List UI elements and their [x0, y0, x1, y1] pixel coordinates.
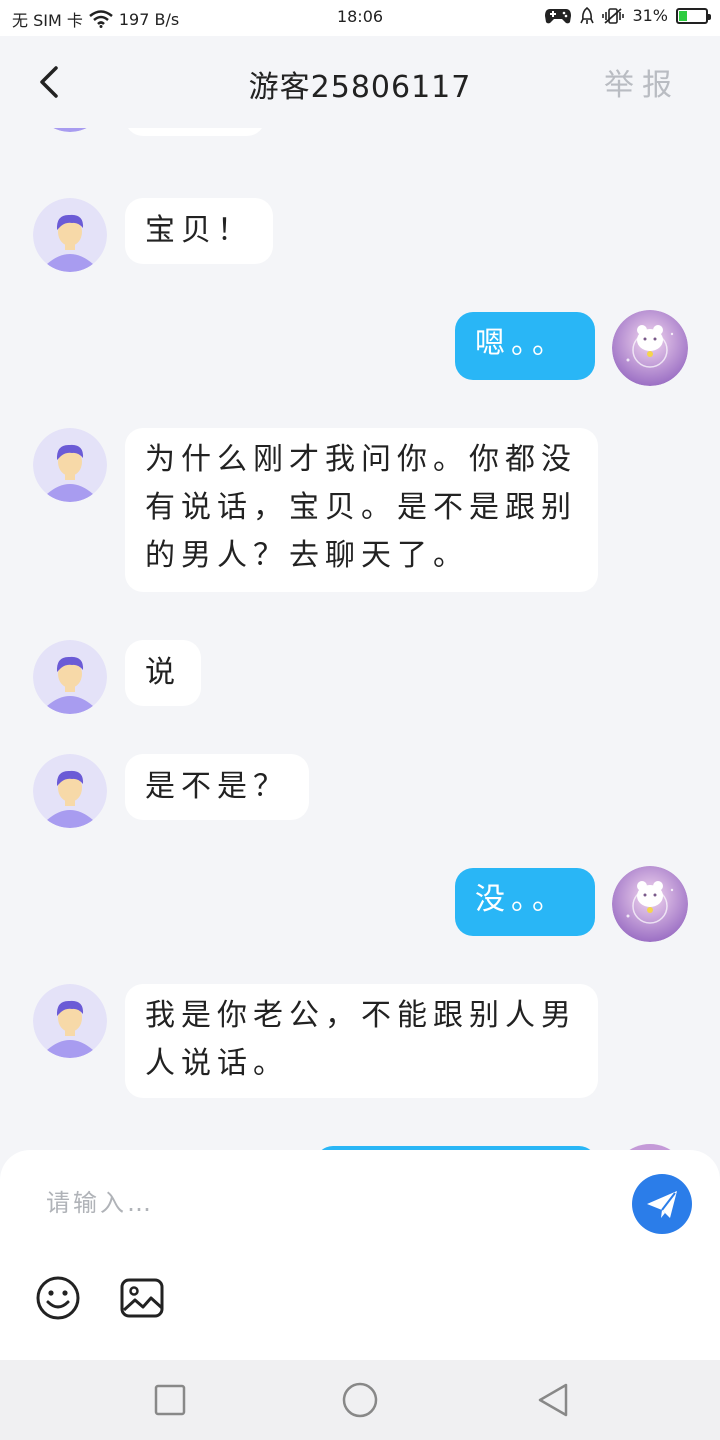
system-navigation-bar [0, 1360, 720, 1440]
composer-panel [0, 1150, 720, 1360]
bear-avatar-icon [612, 866, 688, 942]
person-avatar-icon [53, 128, 87, 132]
message-text-line: 的男人？去聊天了。 [145, 538, 469, 573]
image-button[interactable] [118, 1274, 166, 1322]
message-outgoing: 嗯。。 [0, 310, 720, 388]
circle-icon [342, 1382, 378, 1418]
battery-percent: 31% [632, 6, 668, 25]
home-button[interactable] [340, 1380, 380, 1420]
contact-avatar[interactable] [33, 984, 107, 1058]
message-text: 嗯。。 [475, 326, 568, 361]
person-avatar-icon [33, 754, 107, 828]
send-button[interactable] [632, 1174, 692, 1234]
status-right: 31% [544, 6, 711, 25]
battery-icon [676, 7, 711, 24]
chat-header: 游客25806117 举报 [0, 36, 720, 128]
message-text-line: 人说话。 [145, 1046, 289, 1081]
rocket-icon [580, 6, 595, 24]
contact-avatar[interactable] [33, 754, 107, 828]
contact-avatar[interactable] [33, 640, 107, 714]
message-incoming [0, 128, 720, 158]
message-incoming: 宝贝！ [0, 198, 720, 272]
message-text: 说 [145, 655, 181, 690]
emoji-button[interactable] [34, 1274, 82, 1322]
my-avatar[interactable] [612, 310, 688, 386]
report-button[interactable]: 举报 [604, 60, 680, 104]
message-text-line: 有说话，宝贝。是不是跟别 [145, 490, 577, 525]
battery-fill [679, 10, 687, 21]
person-avatar-icon [33, 984, 107, 1058]
message-incoming: 是不是？ [0, 754, 720, 828]
message-text-line: 为什么刚才我问你。你都没 [145, 442, 577, 477]
contact-avatar[interactable] [33, 428, 107, 502]
message-list[interactable]: 宝贝！ 嗯。。 为什么刚才我问你。你都没 有说话，宝贝。是不是跟别 的男人？去聊… [0, 128, 720, 1150]
status-bar: 无 SIM 卡 197 B/s 18:06 31% [0, 0, 720, 36]
person-avatar-icon [33, 198, 107, 272]
message-bubble[interactable]: 宝贝！ [125, 198, 273, 264]
image-icon [120, 1278, 164, 1318]
message-bubble[interactable] [125, 128, 265, 136]
person-avatar-icon [33, 640, 107, 714]
message-bubble[interactable]: 我是你老公，不能跟别人男 人说话。 [125, 984, 598, 1098]
back-nav-button[interactable] [532, 1380, 572, 1420]
message-bubble[interactable]: 是不是？ [125, 754, 309, 820]
message-bubble[interactable]: 嗯。。 [455, 312, 595, 380]
bear-avatar-icon [612, 310, 688, 386]
message-outgoing: 没。。 [0, 866, 720, 944]
square-icon [154, 1384, 186, 1416]
person-avatar-icon [33, 428, 107, 502]
message-input[interactable] [44, 1180, 608, 1226]
smiley-icon [36, 1276, 80, 1320]
message-text: 没。。 [475, 882, 568, 917]
my-avatar[interactable] [612, 866, 688, 942]
message-bubble[interactable]: 说 [125, 640, 201, 706]
paper-plane-icon [647, 1191, 677, 1218]
message-text: 是不是？ [145, 769, 289, 804]
message-bubble[interactable]: 没。。 [455, 868, 595, 936]
contact-avatar[interactable] [33, 198, 107, 272]
message-incoming: 说 [0, 640, 720, 714]
contact-avatar[interactable] [33, 128, 107, 132]
message-text: 宝贝！ [145, 213, 253, 248]
message-bubble[interactable]: 为什么刚才我问你。你都没 有说话，宝贝。是不是跟别 的男人？去聊天了。 [125, 428, 598, 592]
message-text-line: 我是你老公，不能跟别人男 [145, 998, 577, 1033]
triangle-back-icon [538, 1383, 568, 1417]
gamepad-icon [545, 8, 572, 23]
recents-button[interactable] [150, 1380, 190, 1420]
message-incoming: 我是你老公，不能跟别人男 人说话。 [0, 984, 720, 1100]
message-incoming: 为什么刚才我问你。你都没 有说话，宝贝。是不是跟别 的男人？去聊天了。 [0, 428, 720, 592]
vibrate-off-icon [602, 7, 625, 24]
